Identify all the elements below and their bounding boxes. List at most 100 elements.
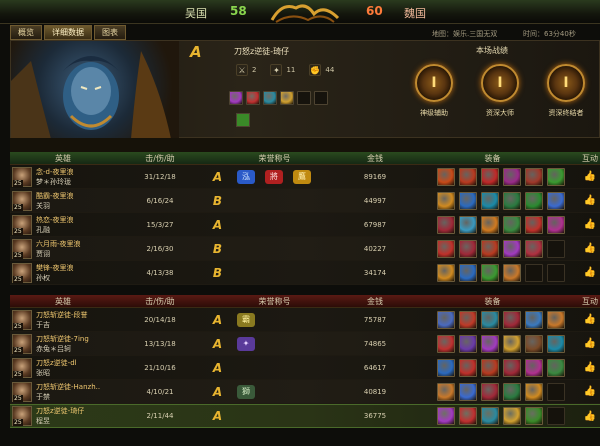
equipment-item[interactable] — [503, 263, 521, 282]
hero-avatar[interactable]: 25 — [12, 214, 32, 235]
tab-detailed-data[interactable]: 详细数据 — [44, 25, 92, 40]
thumbs-up-icon[interactable]: 👍 — [580, 267, 600, 278]
player-name[interactable]: 刀怒斩逆徒-7ing — [36, 334, 89, 344]
equipment-item[interactable] — [547, 263, 565, 282]
thumbs-up-icon[interactable]: 👍 — [580, 171, 600, 182]
equipment-item[interactable] — [503, 358, 521, 377]
equipment-item[interactable] — [481, 407, 499, 425]
player-row[interactable]: 25 刀怒z逆徒-琦仔 程昱 2/11/44 A 36775 👍 — [10, 404, 600, 428]
equipment-item[interactable] — [525, 382, 543, 401]
equipment-item[interactable] — [481, 167, 499, 186]
medal-item[interactable]: Ⅰ 资深大师 — [474, 64, 526, 118]
player-name[interactable]: 酷霸-夜里浪 — [36, 191, 74, 201]
equipment-item[interactable] — [297, 91, 311, 105]
equipment-item[interactable] — [481, 382, 499, 401]
player-row[interactable]: 25 刀怒z逆徒-dl 张昭 21/10/16 A 64617 👍 — [10, 356, 600, 380]
equipment-item[interactable] — [547, 191, 565, 210]
thumbs-up-icon[interactable]: 👍 — [580, 338, 600, 349]
equipment-item[interactable] — [459, 191, 477, 210]
equipment-item[interactable] — [481, 310, 499, 329]
equipment-item[interactable] — [459, 407, 477, 425]
equipment-item[interactable] — [503, 191, 521, 210]
hero-avatar[interactable]: 25 — [12, 309, 32, 330]
honor-badge[interactable]: 獅 — [237, 384, 255, 399]
equipment-item[interactable] — [525, 334, 543, 353]
equipment-item[interactable] — [503, 382, 521, 401]
equipment-item[interactable] — [459, 263, 477, 282]
tab-charts[interactable]: 图表 — [94, 25, 126, 40]
thumbs-up-icon[interactable]: 👍 — [580, 411, 600, 422]
equipment-item[interactable] — [437, 191, 455, 210]
equipment-item[interactable] — [263, 91, 277, 105]
equipment-item[interactable] — [503, 310, 521, 329]
equipment-item[interactable] — [481, 215, 499, 234]
medal-item[interactable]: Ⅰ 资深终结者 — [540, 64, 592, 118]
thumbs-up-icon[interactable]: 👍 — [580, 219, 600, 230]
equipment-item[interactable] — [437, 358, 455, 377]
player-name[interactable]: 六月雨-夜里浪 — [36, 239, 81, 249]
equipment-item[interactable] — [525, 407, 543, 425]
thumbs-up-icon[interactable]: 👍 — [580, 362, 600, 373]
equipment-item[interactable] — [525, 310, 543, 329]
player-row[interactable]: 25 刀怒斩逆徒-段誉 于吉 20/14/18 A 霸 75787 👍 — [10, 308, 600, 332]
equipment-item[interactable] — [459, 215, 477, 234]
player-row[interactable]: 25 刀怒斩逆徒-7ing 赤兔＊吕轲 13/13/18 A ✦ 74865 👍 — [10, 332, 600, 356]
hero-avatar[interactable]: 25 — [12, 166, 32, 187]
equipment-item[interactable] — [525, 263, 543, 282]
equipment-item[interactable] — [547, 358, 565, 377]
equipment-item[interactable] — [525, 358, 543, 377]
hero-avatar[interactable]: 25 — [12, 238, 32, 259]
equipment-item[interactable] — [525, 191, 543, 210]
equipment-item[interactable] — [459, 334, 477, 353]
equipment-item[interactable] — [547, 167, 565, 186]
medal-item[interactable]: Ⅰ 神级辅助 — [408, 64, 460, 118]
equipment-item[interactable] — [437, 167, 455, 186]
equipment-item[interactable] — [525, 215, 543, 234]
player-row[interactable]: 25 热恋-夜里浪 孔融 15/3/27 A 67987 👍 — [10, 213, 600, 237]
equipment-item[interactable] — [437, 263, 455, 282]
equipment-item[interactable] — [437, 239, 455, 258]
equipment-item[interactable] — [246, 91, 260, 105]
equipment-item[interactable] — [525, 167, 543, 186]
equipment-item[interactable] — [481, 358, 499, 377]
thumbs-up-icon[interactable]: 👍 — [580, 386, 600, 397]
player-row[interactable]: 25 六月雨-夜里浪 贾诩 2/16/30 B 40227 👍 — [10, 237, 600, 261]
player-name[interactable]: 刀怒z逆徒-琦仔 — [36, 406, 84, 416]
hero-avatar[interactable]: 25 — [12, 190, 32, 211]
equipment-item[interactable] — [481, 239, 499, 258]
player-row[interactable]: 25 念-d-夜里浪 梦＊孙玲珑 31/12/18 A 泓將鷹 89169 👍 — [10, 165, 600, 189]
thumbs-up-icon[interactable]: 👍 — [580, 314, 600, 325]
hero-avatar[interactable]: 25 — [12, 381, 32, 402]
equipment-item[interactable] — [525, 239, 543, 258]
equipment-item[interactable] — [503, 167, 521, 186]
equipment-item[interactable] — [481, 191, 499, 210]
equipment-item[interactable] — [481, 334, 499, 353]
equipment-item[interactable] — [437, 382, 455, 401]
featured-extra-item[interactable] — [236, 113, 250, 127]
equipment-item[interactable] — [437, 310, 455, 329]
equipment-item[interactable] — [314, 91, 328, 105]
equipment-item[interactable] — [547, 215, 565, 234]
equipment-item[interactable] — [547, 382, 565, 401]
hero-avatar[interactable]: 25 — [12, 406, 32, 426]
hero-avatar[interactable]: 25 — [12, 262, 32, 283]
equipment-item[interactable] — [547, 334, 565, 353]
equipment-item[interactable] — [459, 382, 477, 401]
player-name[interactable]: 刀怒斩逆徒-Hanzh.. — [36, 382, 100, 392]
honor-badge[interactable]: 泓 — [237, 169, 255, 184]
equipment-item[interactable] — [280, 91, 294, 105]
tab-overview[interactable]: 概览 — [10, 25, 42, 40]
equipment-item[interactable] — [547, 407, 565, 425]
player-name[interactable]: 刀怒z逆徒-dl — [36, 358, 77, 368]
equipment-item[interactable] — [437, 334, 455, 353]
player-name[interactable]: 刀怒斩逆徒-段誉 — [36, 310, 88, 320]
equipment-item[interactable] — [503, 407, 521, 425]
player-row[interactable]: 25 酷霸-夜里浪 关羽 6/16/24 B 44997 👍 — [10, 189, 600, 213]
equipment-item[interactable] — [459, 358, 477, 377]
equipment-item[interactable] — [459, 167, 477, 186]
player-row[interactable]: 25 樊锋-夜里浪 孙权 4/13/38 B 34174 👍 — [10, 261, 600, 285]
hero-avatar[interactable]: 25 — [12, 333, 32, 354]
equipment-item[interactable] — [437, 407, 455, 425]
honor-badge[interactable]: 將 — [265, 169, 283, 184]
player-name[interactable]: 热恋-夜里浪 — [36, 215, 74, 225]
